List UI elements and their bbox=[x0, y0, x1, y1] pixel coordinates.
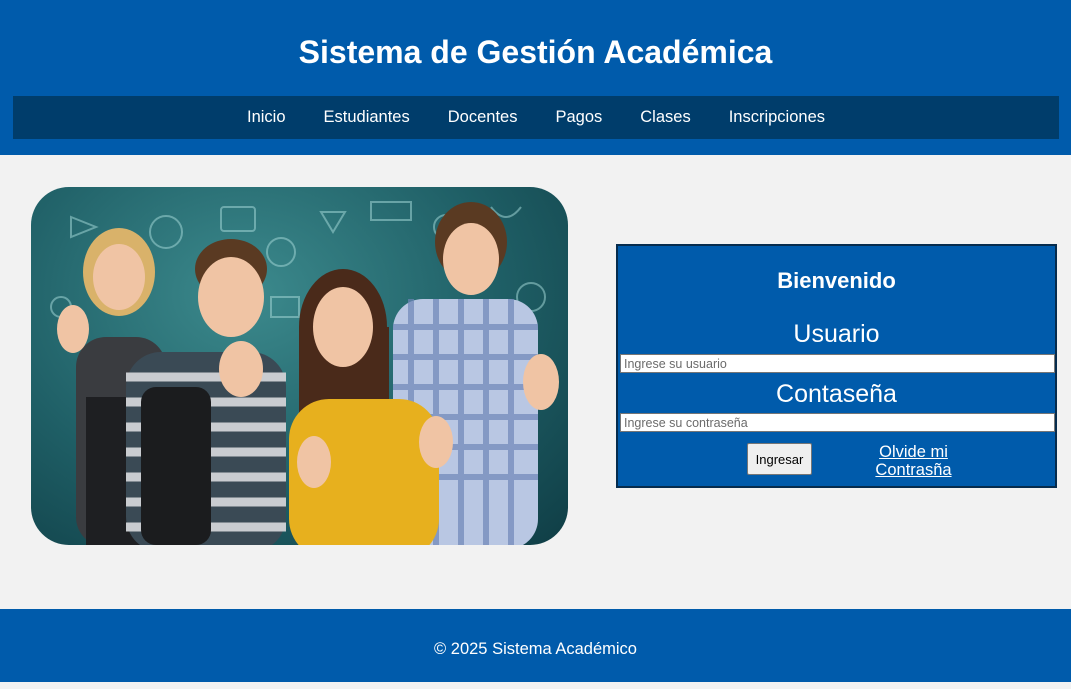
login-panel: Bienvenido Usuario Contaseña Ingresar Ol… bbox=[616, 244, 1057, 488]
nav-item-estudiantes[interactable]: Estudiantes bbox=[324, 96, 410, 139]
nav-item-clases[interactable]: Clases bbox=[640, 96, 690, 139]
nav-item-inicio[interactable]: Inicio bbox=[247, 96, 286, 139]
forgot-password-line1: Olvide mi bbox=[879, 443, 948, 461]
footer-copyright: © 2025 Sistema Académico bbox=[434, 640, 637, 658]
forgot-password-link[interactable]: Olvide mi Contrasña bbox=[861, 443, 966, 479]
password-label: Contaseña bbox=[776, 380, 897, 408]
forgot-password-line2: Contrasña bbox=[875, 461, 952, 479]
login-submit-button[interactable]: Ingresar bbox=[747, 443, 812, 475]
nav-item-docentes[interactable]: Docentes bbox=[448, 96, 518, 139]
username-label: Usuario bbox=[793, 320, 880, 348]
nav-item-pagos[interactable]: Pagos bbox=[555, 96, 602, 139]
login-title: Bienvenido bbox=[777, 268, 896, 293]
username-input[interactable] bbox=[620, 354, 1055, 373]
main-nav: Inicio Estudiantes Docentes Pagos Clases… bbox=[13, 96, 1059, 139]
site-title: Sistema de Gestión Académica bbox=[298, 34, 773, 70]
site-footer: © 2025 Sistema Académico bbox=[0, 609, 1071, 682]
students-photo-illustration bbox=[50, 201, 559, 545]
site-header: Sistema de Gestión Académica Inicio Estu… bbox=[0, 0, 1071, 155]
hero-image-students bbox=[31, 187, 568, 545]
password-input[interactable] bbox=[620, 413, 1055, 432]
nav-item-inscripciones[interactable]: Inscripciones bbox=[729, 96, 825, 139]
